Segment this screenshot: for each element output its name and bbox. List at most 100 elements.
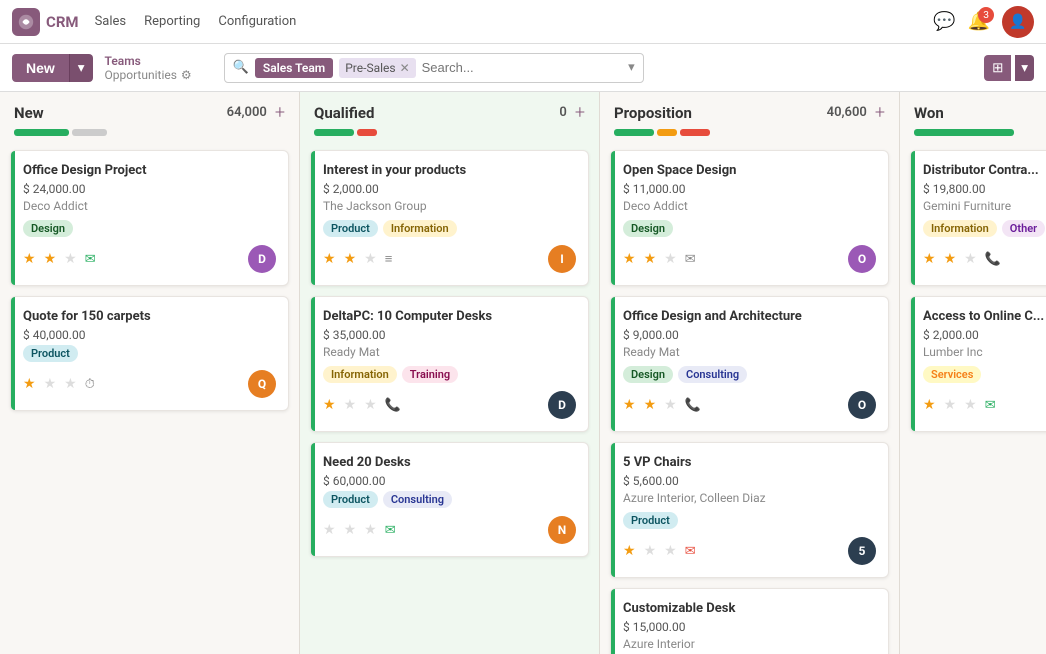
search-input[interactable]	[422, 60, 623, 75]
filter-tag-sales-team[interactable]: Sales Team	[255, 58, 333, 78]
star-3[interactable]: ★	[964, 397, 977, 413]
messaging-icon-btn[interactable]: 💬	[933, 11, 955, 32]
star-3[interactable]: ★	[64, 251, 77, 267]
new-btn-dropdown[interactable]: ▾	[69, 54, 93, 82]
star-1[interactable]: ★	[23, 376, 36, 392]
star-1[interactable]: ★	[623, 251, 636, 267]
card-footer: ★★★✉D	[23, 245, 276, 273]
card-title: Office Design and Architecture	[623, 309, 876, 324]
star-1[interactable]: ★	[623, 397, 636, 413]
star-3[interactable]: ★	[664, 543, 677, 559]
star-3[interactable]: ★	[64, 376, 77, 392]
nav-reporting[interactable]: Reporting	[144, 14, 200, 29]
card-tag[interactable]: Information	[923, 220, 997, 237]
card-footer-icon: ✉	[985, 398, 996, 413]
card-tag[interactable]: Information	[383, 220, 457, 237]
star-1[interactable]: ★	[623, 543, 636, 559]
star-2[interactable]: ★	[344, 397, 357, 413]
card-tag[interactable]: Product	[623, 512, 678, 529]
card-title: Access to Online C...	[923, 309, 1046, 324]
search-dropdown-arrow[interactable]: ▾	[628, 60, 635, 75]
star-2[interactable]: ★	[944, 397, 957, 413]
star-3[interactable]: ★	[664, 397, 677, 413]
card-footer-icon: 📞	[385, 398, 401, 413]
col-add-btn-qualified[interactable]: +	[575, 102, 585, 123]
view-dropdown-btn[interactable]: ▾	[1015, 55, 1034, 81]
card-tag[interactable]: Design	[23, 220, 73, 237]
star-1[interactable]: ★	[323, 251, 336, 267]
star-2[interactable]: ★	[644, 251, 657, 267]
star-2[interactable]: ★	[644, 397, 657, 413]
card-tag[interactable]: Services	[923, 366, 981, 383]
card-new-1[interactable]: Quote for 150 carpets$ 40,000.00Product★…	[10, 296, 289, 411]
user-avatar-btn[interactable]: 👤	[1002, 6, 1034, 38]
breadcrumb-teams[interactable]: Teams	[105, 54, 192, 68]
new-button[interactable]: New	[12, 54, 69, 82]
card-qualified-1[interactable]: DeltaPC: 10 Computer Desks$ 35,000.00Rea…	[310, 296, 589, 432]
card-avatar: D	[548, 391, 576, 419]
brand: CRM	[12, 8, 79, 36]
card-proposition-3[interactable]: Customizable Desk$ 15,000.00Azure Interi…	[610, 588, 889, 654]
filter-tag-presales: Pre-Sales ✕	[339, 58, 415, 78]
card-title: Customizable Desk	[623, 601, 876, 616]
card-won-1[interactable]: Access to Online C...$ 2,000.00Lumber In…	[910, 296, 1046, 432]
card-company: Azure Interior, Colleen Diaz	[623, 491, 876, 505]
activity-icon-btn[interactable]: 🔔 3	[968, 11, 990, 32]
card-title: Office Design Project	[23, 163, 276, 178]
card-tag[interactable]: Product	[323, 491, 378, 508]
star-2[interactable]: ★	[644, 543, 657, 559]
nav-sales[interactable]: Sales	[95, 14, 127, 29]
navbar-right: 💬 🔔 3 👤	[933, 6, 1034, 38]
card-stars: ★★★✉	[623, 251, 696, 267]
card-avatar: Q	[248, 370, 276, 398]
card-proposition-1[interactable]: Office Design and Architecture$ 9,000.00…	[610, 296, 889, 432]
star-2[interactable]: ★	[344, 522, 357, 538]
card-footer-icon: ✉	[385, 523, 396, 538]
card-qualified-2[interactable]: Need 20 Desks$ 60,000.00ProductConsultin…	[310, 442, 589, 557]
star-2[interactable]: ★	[944, 251, 957, 267]
kanban-view-btn[interactable]: ⊞	[984, 55, 1011, 81]
card-footer: ★★★✉5	[623, 537, 876, 565]
card-tag[interactable]: Training	[402, 366, 458, 383]
card-company: Ready Mat	[623, 345, 876, 359]
star-1[interactable]: ★	[923, 251, 936, 267]
card-company: The Jackson Group	[323, 199, 576, 213]
card-tag[interactable]: Design	[623, 366, 673, 383]
nav-configuration[interactable]: Configuration	[218, 14, 296, 29]
star-1[interactable]: ★	[923, 397, 936, 413]
card-tag[interactable]: Other	[1002, 220, 1045, 237]
new-btn-group: New ▾	[12, 54, 93, 82]
card-tag[interactable]: Consulting	[383, 491, 452, 508]
card-tag[interactable]: Product	[323, 220, 378, 237]
star-3[interactable]: ★	[664, 251, 677, 267]
card-left-bar	[611, 151, 615, 285]
card-left-bar	[11, 297, 15, 410]
settings-gear-icon[interactable]: ⚙	[181, 68, 192, 82]
col-add-btn-new[interactable]: +	[275, 102, 285, 123]
card-footer-icon: ✉	[85, 252, 96, 267]
star-1[interactable]: ★	[23, 251, 36, 267]
card-qualified-0[interactable]: Interest in your products$ 2,000.00The J…	[310, 150, 589, 286]
star-1[interactable]: ★	[323, 522, 336, 538]
card-tag[interactable]: Consulting	[678, 366, 747, 383]
star-3[interactable]: ★	[364, 397, 377, 413]
star-3[interactable]: ★	[364, 522, 377, 538]
kanban-col-qualified: Qualified0+Interest in your products$ 2,…	[300, 92, 600, 654]
star-1[interactable]: ★	[323, 397, 336, 413]
card-proposition-2[interactable]: 5 VP Chairs$ 5,600.00Azure Interior, Col…	[610, 442, 889, 578]
card-proposition-0[interactable]: Open Space Design$ 11,000.00Deco AddictD…	[610, 150, 889, 286]
card-tag[interactable]: Design	[623, 220, 673, 237]
card-tag[interactable]: Information	[323, 366, 397, 383]
card-won-0[interactable]: Distributor Contra...$ 19,800.00Gemini F…	[910, 150, 1046, 286]
star-2[interactable]: ★	[44, 376, 57, 392]
card-tag[interactable]: Product	[23, 345, 78, 362]
card-new-0[interactable]: Office Design Project$ 24,000.00Deco Add…	[10, 150, 289, 286]
star-2[interactable]: ★	[44, 251, 57, 267]
card-footer-icon: ✉	[685, 544, 696, 559]
star-3[interactable]: ★	[364, 251, 377, 267]
star-2[interactable]: ★	[344, 251, 357, 267]
progress-segment	[914, 129, 1014, 136]
filter-remove-presales[interactable]: ✕	[400, 61, 410, 75]
star-3[interactable]: ★	[964, 251, 977, 267]
col-add-btn-proposition[interactable]: +	[875, 102, 885, 123]
